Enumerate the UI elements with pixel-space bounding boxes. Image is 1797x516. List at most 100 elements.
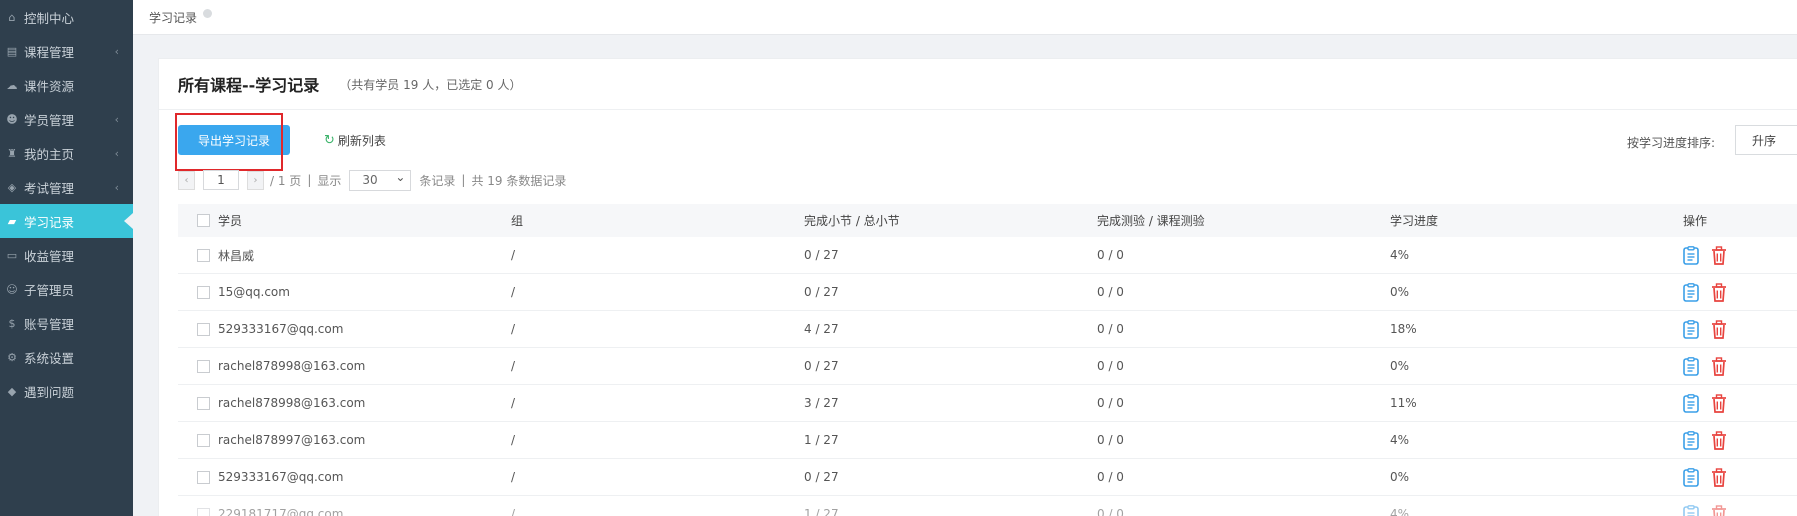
sidebar-item[interactable]: ♜ 我的主页 ‹ xyxy=(0,136,133,170)
detail-icon[interactable] xyxy=(1683,393,1701,413)
cloud-icon: ☁ xyxy=(6,78,18,92)
home-icon: ⌂ xyxy=(8,10,16,24)
sidebar-item[interactable]: ⌂ 控制中心 xyxy=(0,0,133,34)
sidebar-nav: ⌂ 控制中心 ▤ 课程管理 ‹ ☁ 课件资源 ☻ 学员管理 ‹ ♜ 我的主页 ‹ ◈ 考试管理 ‹ ▰ 学习记录 ▭… xyxy=(0,0,133,408)
sidebar-item[interactable]: ◆ 遇到问题 xyxy=(0,374,133,408)
table-row: 229181717@qq.com / 1 / 27 0 / 0 4% xyxy=(178,496,1797,516)
sidebar-item[interactable]: ⚙ 系统设置 xyxy=(0,340,133,374)
separator: | xyxy=(307,173,312,187)
detail-icon[interactable] xyxy=(1683,430,1701,450)
table-row: 15@qq.com / 0 / 27 0 / 0 0% xyxy=(178,274,1797,311)
header-group: 组 xyxy=(511,214,524,228)
table-row: rachel878998@163.com / 0 / 27 0 / 0 0% xyxy=(178,348,1797,385)
sidebar-item-label: 控制中心 xyxy=(24,10,75,26)
sidebar-item[interactable]: ▭ 收益管理 xyxy=(0,238,133,272)
cell-quiz: 0 / 0 xyxy=(1097,470,1124,484)
refresh-label: 刷新列表 xyxy=(337,134,386,148)
export-records-button[interactable]: 导出学习记录 xyxy=(178,125,290,155)
graduation-cap-icon: ♜ xyxy=(7,146,17,160)
cell-sections: 0 / 27 xyxy=(804,285,839,299)
cell-sections: 4 / 27 xyxy=(804,322,839,336)
row-checkbox[interactable] xyxy=(197,396,210,410)
delete-icon[interactable] xyxy=(1711,282,1729,302)
detail-icon[interactable] xyxy=(1683,504,1701,516)
cell-sections: 0 / 27 xyxy=(804,248,839,262)
sidebar-item-label: 课件资源 xyxy=(24,78,75,94)
cell-quiz: 0 / 0 xyxy=(1097,396,1124,410)
page-number-input[interactable] xyxy=(203,170,239,190)
sidebar-item[interactable]: ▰ 学习记录 xyxy=(0,204,133,238)
delete-icon[interactable] xyxy=(1711,356,1729,376)
delete-icon[interactable] xyxy=(1711,393,1729,413)
next-page-button[interactable]: › xyxy=(247,170,264,190)
delete-icon[interactable] xyxy=(1711,245,1729,265)
sidebar-item[interactable]: ▤ 课程管理 ‹ xyxy=(0,34,133,68)
chevron-left-icon: ‹ xyxy=(114,181,119,194)
delete-icon[interactable] xyxy=(1711,319,1729,339)
cell-quiz: 0 / 0 xyxy=(1097,285,1124,299)
detail-icon[interactable] xyxy=(1683,245,1701,265)
cell-progress: 18% xyxy=(1390,322,1417,336)
separator: | xyxy=(461,173,466,187)
cell-student: rachel878998@163.com xyxy=(218,396,366,410)
cell-student: 林昌威 xyxy=(218,248,255,263)
pagination: ‹ › / 1 页 | 显示 30 条记录 | 共 19 条数据记录 xyxy=(178,169,566,191)
records-suffix: 条记录 xyxy=(419,173,456,188)
cell-sections: 3 / 27 xyxy=(804,396,839,410)
prev-page-button[interactable]: ‹ xyxy=(178,170,195,190)
row-checkbox[interactable] xyxy=(197,507,210,516)
cell-quiz: 0 / 0 xyxy=(1097,322,1124,336)
pill-icon: ◆ xyxy=(7,384,17,398)
delete-icon[interactable] xyxy=(1711,430,1729,450)
cell-student: rachel878997@163.com xyxy=(218,433,366,447)
sidebar-item-label: 遇到问题 xyxy=(24,384,75,400)
chevron-left-icon: ‹ xyxy=(114,45,119,58)
cell-student: 15@qq.com xyxy=(218,285,290,299)
row-checkbox[interactable] xyxy=(197,322,210,336)
dollar-icon: $ xyxy=(8,316,16,330)
cell-progress: 4% xyxy=(1390,433,1410,447)
chevron-left-icon: ‹ xyxy=(114,113,119,126)
cell-quiz: 0 / 0 xyxy=(1097,507,1124,516)
header-quiz: 完成测验 / 课程测验 xyxy=(1097,214,1205,228)
cell-progress: 0% xyxy=(1390,285,1410,299)
detail-icon[interactable] xyxy=(1683,319,1701,339)
sidebar-item[interactable]: $ 账号管理 xyxy=(0,306,133,340)
cell-student: 529333167@qq.com xyxy=(218,470,344,484)
sort-label: 按学习进度排序: xyxy=(1627,136,1716,150)
detail-icon[interactable] xyxy=(1683,356,1701,376)
cell-sections: 0 / 27 xyxy=(804,470,839,484)
header-progress: 学习进度 xyxy=(1390,214,1439,228)
refresh-list-button[interactable]: ↻ 刷新列表 xyxy=(324,132,386,149)
cell-progress: 4% xyxy=(1390,248,1410,262)
sidebar-item-label: 子管理员 xyxy=(24,282,75,298)
sidebar-item-label: 收益管理 xyxy=(24,248,75,264)
detail-icon[interactable] xyxy=(1683,467,1701,487)
table-row: 529333167@qq.com / 0 / 27 0 / 0 0% xyxy=(178,459,1797,496)
toolbar: 导出学习记录 ↻ 刷新列表 按学习进度排序: 升序 xyxy=(175,113,1797,171)
delete-icon[interactable] xyxy=(1711,467,1729,487)
row-checkbox[interactable] xyxy=(197,248,210,262)
detail-icon[interactable] xyxy=(1683,282,1701,302)
delete-icon[interactable] xyxy=(1711,504,1729,516)
cell-sections: 1 / 27 xyxy=(804,507,839,516)
table-body: 林昌威 / 0 / 27 0 / 0 4% 15@qq.com / 0 / 27 0 / 0 0%… xyxy=(178,237,1797,516)
close-tab-icon[interactable] xyxy=(203,8,213,18)
header-sections: 完成小节 / 总小节 xyxy=(804,214,900,228)
book-icon: ▤ xyxy=(6,44,18,58)
sort-order-select[interactable]: 升序 xyxy=(1735,125,1797,155)
tag-icon: ◈ xyxy=(7,180,17,194)
select-all-checkbox[interactable] xyxy=(197,214,210,227)
row-checkbox[interactable] xyxy=(197,285,210,299)
gear-icon: ⚙ xyxy=(7,350,17,364)
sidebar-item[interactable]: ◈ 考试管理 ‹ xyxy=(0,170,133,204)
row-checkbox[interactable] xyxy=(197,470,210,484)
sidebar-item[interactable]: ☺ 子管理员 xyxy=(0,272,133,306)
breadcrumb-current[interactable]: 学习记录 xyxy=(149,9,197,26)
row-checkbox[interactable] xyxy=(197,359,210,373)
row-checkbox[interactable] xyxy=(197,433,210,447)
sidebar-item[interactable]: ☁ 课件资源 xyxy=(0,68,133,102)
per-page-select[interactable]: 30 xyxy=(349,169,412,191)
sidebar-item[interactable]: ☻ 学员管理 ‹ xyxy=(0,102,133,136)
table-header: 学员 组 完成小节 / 总小节 完成测验 / 课程测验 学习进度 操作 xyxy=(178,204,1797,237)
